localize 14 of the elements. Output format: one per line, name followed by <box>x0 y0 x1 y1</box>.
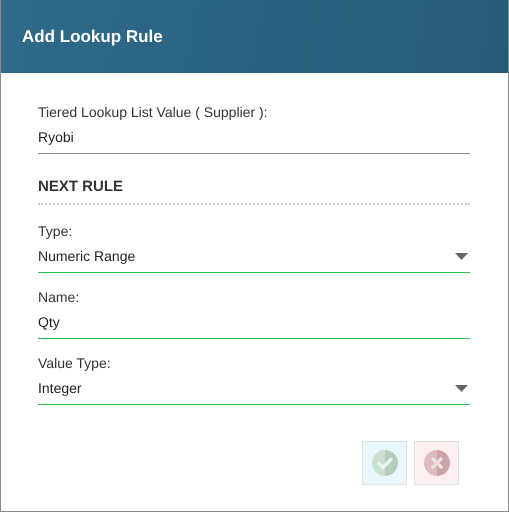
field-label: Tiered Lookup List Value ( Supplier ): <box>38 104 269 121</box>
dialog-title: Add Lookup Rule <box>22 26 163 46</box>
close-icon <box>424 450 450 476</box>
field-label: Type: <box>38 223 74 240</box>
field-label: Name: <box>38 289 80 306</box>
check-icon <box>372 450 398 476</box>
caret-icon <box>455 385 468 392</box>
readonly-field: Ryobi <box>38 129 470 154</box>
field-label: Value Type: <box>38 355 112 372</box>
dropdown-field[interactable]: Integer <box>38 380 470 405</box>
dropdown-field[interactable]: Numeric Range <box>38 248 470 273</box>
caret-icon <box>455 253 468 260</box>
input-field[interactable]: Qty <box>38 314 470 339</box>
section-title: NEXT RULE <box>38 178 470 205</box>
